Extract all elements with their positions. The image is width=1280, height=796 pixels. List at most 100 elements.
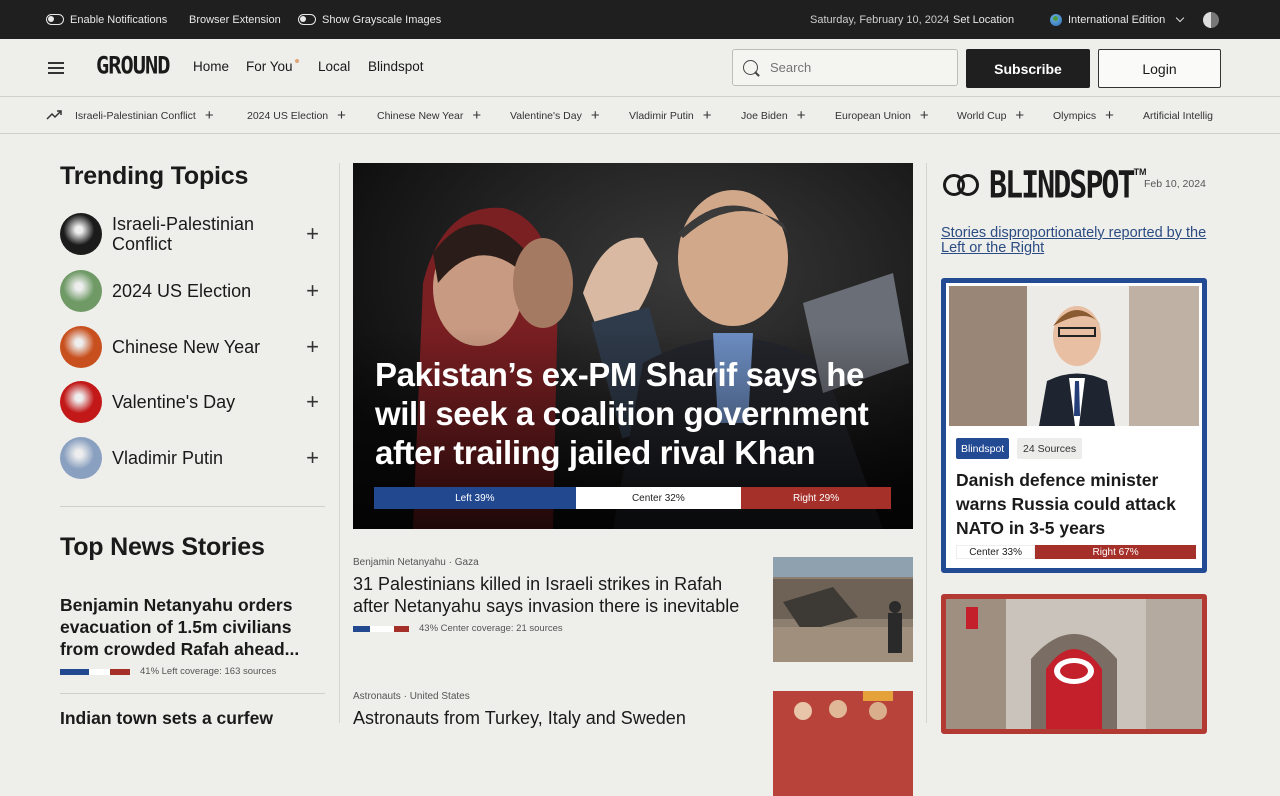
follow-plus-icon[interactable]: + [306,389,319,415]
story-tags: Astronauts · United States [353,691,470,702]
trending-topic-item[interactable]: 2024 US Election + [60,269,325,313]
grayscale-toggle[interactable]: Show Grayscale Images [298,0,441,39]
topic-pill[interactable]: Chinese New Year + [377,97,481,133]
story-headline: Indian town sets a curfew [60,708,273,728]
topic-pill[interactable]: European Union + [835,97,929,133]
plus-icon[interactable]: + [1015,107,1024,124]
topic-label: Chinese New Year [112,337,261,357]
site-logo[interactable]: GROUND [96,53,170,81]
plus-icon[interactable]: + [703,107,712,124]
search-input[interactable] [770,60,940,75]
topic-pill[interactable]: Joe Biden + [741,97,806,133]
follow-plus-icon[interactable]: + [306,445,319,471]
trending-icon [46,110,62,120]
plus-icon[interactable]: + [337,107,346,124]
hero-story[interactable]: Pakistan’s ex-PM Sharif says he will see… [353,163,913,529]
topic-pill-label: Joe Biden [741,109,788,122]
topic-label: Israeli-Palestinian Conflict [112,214,255,254]
follow-plus-icon[interactable]: + [306,334,319,360]
nav-blindspot[interactable]: Blindspot [368,59,424,74]
plus-icon[interactable]: + [591,107,600,124]
card-headline: Danish defence minister warns Russia cou… [956,470,1176,538]
coverage-segment [88,668,110,675]
trending-topic-item[interactable]: Israeli-Palestinian Conflict + [60,212,325,256]
bias-right-segment: Right 67% [1035,545,1196,559]
topic-pill-label: Olympics [1053,109,1097,122]
trending-topic-item[interactable]: Valentine's Day + [60,380,325,424]
topic-pill[interactable]: Israeli-Palestinian Conflict + [75,97,214,133]
topic-pill-label: Artificial Intellig [1143,109,1214,122]
story-tags: Benjamin Netanyahu · Gaza [353,557,479,568]
blindspot-subtitle-link[interactable]: Stories disproportionately reported by t… [941,226,1211,256]
story-thumbnail[interactable] [773,691,913,796]
topic-thumbnail [60,381,102,423]
menu-icon[interactable] [48,62,64,74]
topic-thumbnail [60,270,102,312]
topic-pill-label: Vladimir Putin [629,109,694,122]
coverage-segment [109,668,130,675]
plus-icon[interactable]: + [205,107,214,124]
topic-pill[interactable]: 2024 US Election + [247,97,346,133]
coverage-bar [353,625,409,632]
trending-topic-item[interactable]: Chinese New Year + [60,325,325,369]
nav-for-you[interactable]: For You [246,59,299,74]
bias-center-segment: Center 32% [575,487,742,509]
grayscale-label: Show Grayscale Images [322,13,442,26]
topic-pill-label: World Cup [957,109,1007,122]
nav-local[interactable]: Local [318,59,350,74]
story-item[interactable]: Astronauts · United States Astronauts fr… [353,691,758,729]
nav-for-you-label: For You [246,59,293,74]
main-header: GROUND Home For You Local Blindspot Subs… [0,39,1280,97]
topic-thumbnail [60,213,102,255]
blindspot-circles-icon [943,171,987,199]
plus-icon[interactable]: + [797,107,806,124]
blindspot-wordmark: BLINDSPOT [989,163,1136,207]
browser-extension-link[interactable]: Browser Extension [189,0,281,39]
story-thumbnail[interactable] [773,557,913,662]
set-location-link[interactable]: Set Location [953,0,1014,39]
follow-plus-icon[interactable]: + [306,221,319,247]
trending-topic-item[interactable]: Vladimir Putin + [60,436,325,480]
blindspot-card[interactable]: Blindspot 24 Sources Danish defence mini… [941,278,1207,573]
blindspot-logo[interactable]: BLINDSPOT TM [943,163,1147,207]
topic-label: 2024 US Election [112,281,252,301]
divider [60,506,325,507]
account-avatar[interactable] [1203,0,1219,39]
edition-select[interactable]: International Edition [1050,0,1185,39]
topic-thumbnail [60,326,102,368]
topic-pill[interactable]: World Cup + [957,97,1024,133]
enable-notifications-toggle[interactable]: Enable Notifications [46,0,167,39]
topic-pill-label: Chinese New Year [377,109,464,122]
plus-icon[interactable]: + [920,107,929,124]
topic-pill-label: European Union [835,109,911,122]
topic-pill-label: Valentine's Day [510,109,582,122]
plus-icon[interactable]: + [1105,107,1114,124]
coverage-segment [369,625,394,632]
login-button[interactable]: Login [1098,49,1221,88]
story-headline: Benjamin Netanyahu orders evacuation of … [60,595,300,659]
utility-bar: Enable Notifications Browser Extension S… [0,0,1280,39]
top-story-item[interactable]: Indian town sets a curfew [60,707,322,729]
notification-dot [294,59,299,63]
topic-pill[interactable]: Olympics + [1053,97,1114,133]
plus-icon[interactable]: + [472,107,481,124]
subscribe-button[interactable]: Subscribe [966,49,1090,88]
story-item[interactable]: Benjamin Netanyahu · Gaza 31 Palestinian… [353,557,758,634]
search-box[interactable] [732,49,958,86]
toggle-icon [298,14,316,25]
story-headline: Astronauts from Turkey, Italy and Sweden [353,708,686,728]
search-icon [743,60,758,75]
follow-plus-icon[interactable]: + [306,278,319,304]
sources-badge: 24 Sources [1017,438,1083,459]
topic-pill[interactable]: Valentine's Day + [510,97,600,133]
top-story-item[interactable]: Benjamin Netanyahu orders evacuation of … [60,594,322,677]
topic-pill[interactable]: Vladimir Putin + [629,97,712,133]
bias-right-segment: Right 29% [741,487,891,509]
topic-pill[interactable]: Artificial Intellig [1143,97,1214,133]
topic-strip: Israeli-Palestinian Conflict + 2024 US Ele… [0,97,1280,134]
trademark-mark: TM [1133,167,1147,177]
card-image [949,286,1199,426]
topic-thumbnail [60,437,102,479]
nav-home[interactable]: Home [193,59,229,74]
blindspot-card[interactable] [941,594,1207,734]
